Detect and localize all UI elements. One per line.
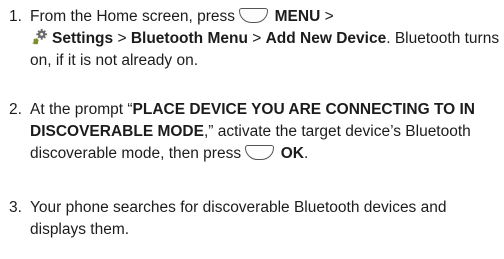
step-text: From the Home screen, press MENU > Setti… bbox=[30, 6, 500, 72]
softkey-icon bbox=[245, 145, 275, 160]
menu-key-label: MENU bbox=[274, 8, 321, 25]
bluetooth-menu-label: Bluetooth Menu bbox=[130, 30, 248, 47]
softkey-icon bbox=[239, 8, 269, 23]
separator: > bbox=[320, 8, 334, 25]
step-number: 1. bbox=[9, 8, 22, 25]
ok-key-label: OK bbox=[280, 145, 304, 162]
step-text-run: Your phone searches for discoverable Blu… bbox=[30, 199, 447, 238]
step-text-run: At the prompt “ bbox=[30, 101, 133, 118]
settings-gear-icon bbox=[31, 28, 48, 45]
step-text: Your phone searches for discoverable Blu… bbox=[30, 197, 500, 241]
step-number: 2. bbox=[9, 101, 22, 118]
step-text-run: . bbox=[303, 145, 309, 162]
step-number: 3. bbox=[9, 199, 22, 216]
add-new-device-label: Add New Device bbox=[265, 30, 387, 47]
separator: > bbox=[113, 30, 131, 47]
settings-label: Settings bbox=[52, 30, 114, 47]
separator: > bbox=[247, 30, 266, 47]
step-text: At the prompt “PLACE DEVICE YOU ARE CONN… bbox=[30, 99, 500, 165]
step-text-run: From the Home screen, press bbox=[30, 8, 236, 25]
instruction-page: 1. From the Home screen, press MENU > Se… bbox=[0, 0, 504, 259]
